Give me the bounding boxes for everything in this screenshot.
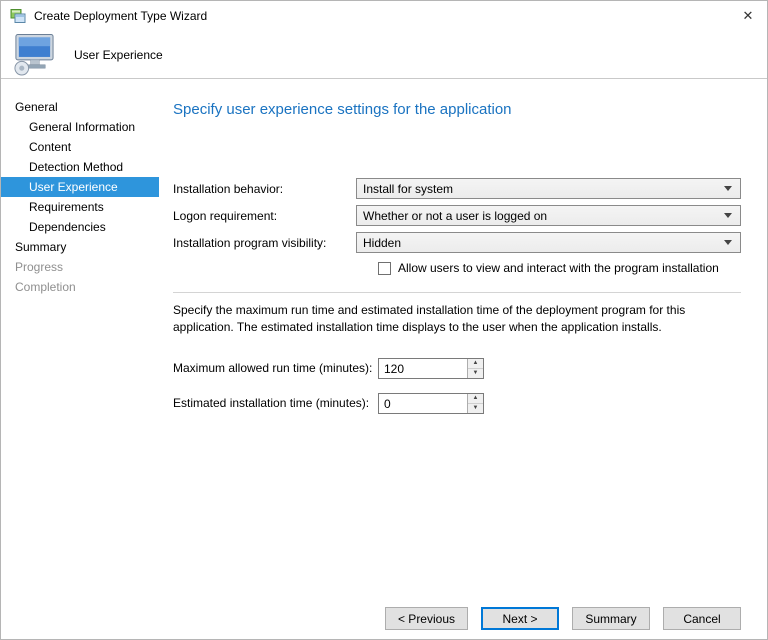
- sidebar-item-progress: Progress: [1, 257, 159, 277]
- banner-page-label: User Experience: [74, 48, 163, 62]
- spin-up-icon[interactable]: ▲: [468, 394, 483, 404]
- sidebar-item-general[interactable]: General: [1, 97, 159, 117]
- sidebar-item-detection-method[interactable]: Detection Method: [1, 157, 159, 177]
- sidebar-item-summary[interactable]: Summary: [1, 237, 159, 257]
- sidebar-item-content[interactable]: Content: [1, 137, 159, 157]
- sidebar-item-completion: Completion: [1, 277, 159, 297]
- program-visibility-row: Installation program visibility: Hidden: [173, 232, 741, 253]
- installation-behavior-label: Installation behavior:: [173, 182, 356, 196]
- max-run-time-row: Maximum allowed run time (minutes): 120 …: [173, 358, 741, 379]
- program-visibility-label: Installation program visibility:: [173, 236, 356, 250]
- estimated-time-spin-buttons: ▲ ▼: [467, 394, 483, 413]
- program-visibility-value: Hidden: [363, 236, 716, 250]
- run-time-note: Specify the maximum run time and estimat…: [173, 302, 741, 336]
- sidebar-item-dependencies[interactable]: Dependencies: [1, 217, 159, 237]
- summary-button[interactable]: Summary: [572, 607, 650, 630]
- estimated-time-row: Estimated installation time (minutes): 0…: [173, 393, 741, 414]
- program-visibility-select[interactable]: Hidden: [356, 232, 741, 253]
- user-experience-form: Installation behavior: Install for syste…: [173, 178, 741, 414]
- next-button[interactable]: Next >: [481, 607, 559, 630]
- spin-down-icon[interactable]: ▼: [468, 369, 483, 378]
- chevron-down-icon: [724, 240, 732, 245]
- spin-down-icon[interactable]: ▼: [468, 404, 483, 413]
- cancel-button[interactable]: Cancel: [663, 607, 741, 630]
- chevron-down-icon: [724, 186, 732, 191]
- installation-behavior-row: Installation behavior: Install for syste…: [173, 178, 741, 199]
- logon-requirement-label: Logon requirement:: [173, 209, 356, 223]
- logon-requirement-row: Logon requirement: Whether or not a user…: [173, 205, 741, 226]
- max-run-time-label: Maximum allowed run time (minutes):: [173, 361, 378, 375]
- max-run-time-spinner: 120 ▲ ▼: [378, 358, 484, 379]
- spin-up-icon[interactable]: ▲: [468, 359, 483, 369]
- estimated-time-input[interactable]: 0: [379, 394, 467, 413]
- logon-requirement-value: Whether or not a user is logged on: [363, 209, 716, 223]
- max-run-time-input[interactable]: 120: [379, 359, 467, 378]
- chevron-down-icon: [724, 213, 732, 218]
- title-bar: Create Deployment Type Wizard ✕: [1, 1, 767, 31]
- wizard-steps-sidebar: General General Information Content Dete…: [1, 79, 159, 639]
- allow-interaction-row: Allow users to view and interact with th…: [378, 261, 741, 275]
- estimated-time-spinner: 0 ▲ ▼: [378, 393, 484, 414]
- close-icon[interactable]: ✕: [729, 1, 767, 31]
- wizard-body: General General Information Content Dete…: [1, 79, 767, 639]
- sidebar-item-user-experience[interactable]: User Experience: [1, 177, 159, 197]
- window-title: Create Deployment Type Wizard: [34, 9, 729, 23]
- installation-behavior-value: Install for system: [363, 182, 716, 196]
- wizard-window: Create Deployment Type Wizard ✕ User Exp…: [0, 0, 768, 640]
- allow-interaction-label: Allow users to view and interact with th…: [398, 261, 719, 275]
- sidebar-item-requirements[interactable]: Requirements: [1, 197, 159, 217]
- estimated-time-label: Estimated installation time (minutes):: [173, 396, 378, 410]
- max-run-time-spin-buttons: ▲ ▼: [467, 359, 483, 378]
- allow-interaction-checkbox[interactable]: [378, 262, 391, 275]
- logon-requirement-select[interactable]: Whether or not a user is logged on: [356, 205, 741, 226]
- wizard-footer: < Previous Next > Summary Cancel: [173, 597, 741, 639]
- installation-behavior-select[interactable]: Install for system: [356, 178, 741, 199]
- wizard-banner: User Experience: [1, 31, 767, 79]
- previous-button[interactable]: < Previous: [385, 607, 468, 630]
- computer-icon: [10, 33, 57, 76]
- page-title: Specify user experience settings for the…: [173, 101, 741, 118]
- sidebar-item-general-information[interactable]: General Information: [1, 117, 159, 137]
- wizard-icon: [10, 8, 26, 24]
- wizard-content: Specify user experience settings for the…: [159, 79, 767, 639]
- section-divider: [173, 292, 741, 293]
